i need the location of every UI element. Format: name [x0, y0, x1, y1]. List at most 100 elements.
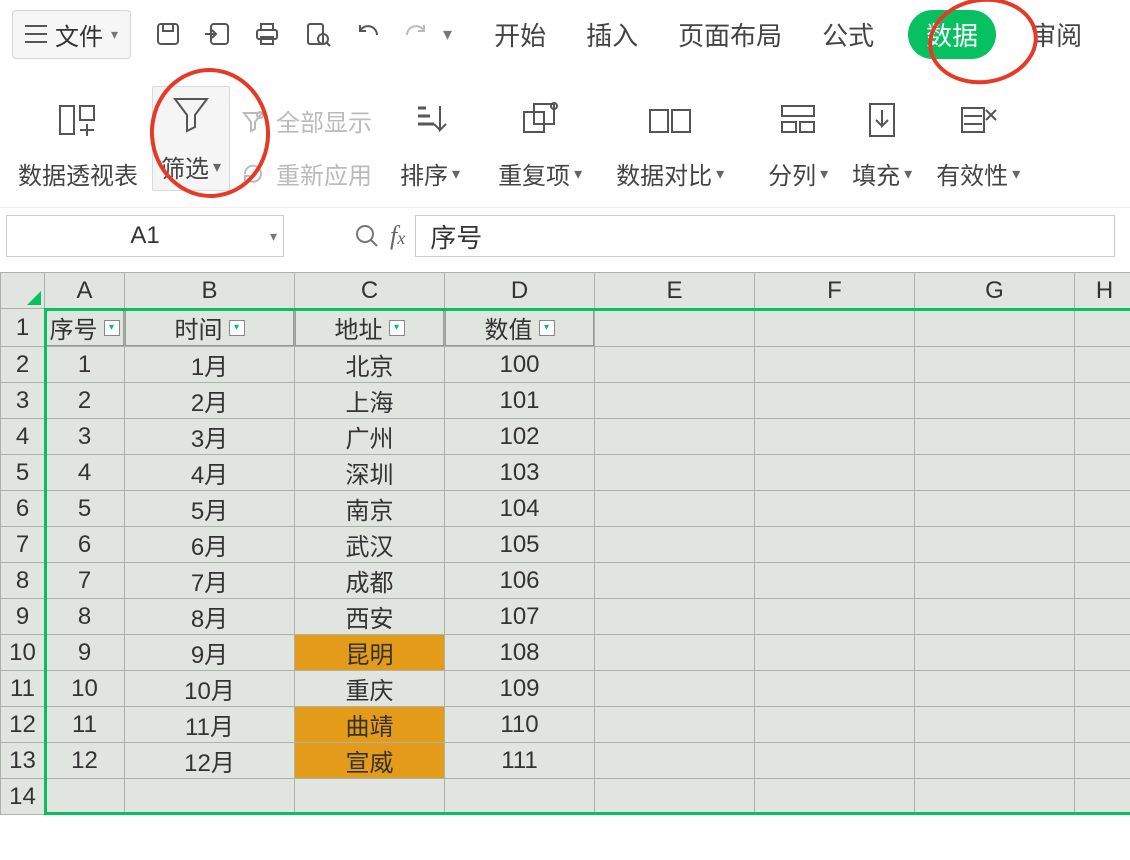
cell[interactable] — [1075, 779, 1130, 815]
cell[interactable] — [1075, 707, 1130, 743]
col-header[interactable]: G — [915, 273, 1075, 309]
cell[interactable]: 104 — [445, 491, 595, 527]
cell[interactable] — [1075, 383, 1130, 419]
row-header[interactable]: 12 — [1, 707, 45, 743]
cell[interactable]: 武汉 — [295, 527, 445, 563]
cell[interactable] — [755, 455, 915, 491]
text-to-columns-button[interactable]: 分列▾ — [758, 98, 838, 191]
row-header[interactable]: 8 — [1, 563, 45, 599]
row-header[interactable]: 13 — [1, 743, 45, 779]
tab-data[interactable]: 数据 — [908, 10, 996, 59]
cell[interactable] — [1075, 635, 1130, 671]
cell[interactable]: 7月 — [125, 563, 295, 599]
cell[interactable]: 深圳 — [295, 455, 445, 491]
cell[interactable] — [595, 707, 755, 743]
cell[interactable]: 宣威 — [295, 743, 445, 779]
cell[interactable] — [915, 491, 1075, 527]
row-header[interactable]: 14 — [1, 779, 45, 815]
duplicates-button[interactable]: 重复项▾ — [488, 98, 592, 191]
cell[interactable]: 8月 — [125, 599, 295, 635]
cell[interactable]: 11月 — [125, 707, 295, 743]
cell[interactable]: 6 — [45, 527, 125, 563]
cell[interactable] — [445, 779, 595, 815]
cell[interactable] — [595, 491, 755, 527]
cell[interactable] — [125, 779, 295, 815]
cell[interactable] — [915, 309, 1075, 347]
cell[interactable]: 12 — [45, 743, 125, 779]
cell[interactable]: 3月 — [125, 419, 295, 455]
cell[interactable] — [755, 599, 915, 635]
cell[interactable] — [755, 779, 915, 815]
chevron-down-icon[interactable]: ▾ — [270, 228, 277, 245]
col-header[interactable]: D — [445, 273, 595, 309]
output-icon[interactable] — [203, 21, 231, 47]
cell[interactable]: 上海 — [295, 383, 445, 419]
cell[interactable] — [915, 419, 1075, 455]
cell[interactable]: 106 — [445, 563, 595, 599]
cell[interactable]: 8 — [45, 599, 125, 635]
col-header[interactable]: C — [295, 273, 445, 309]
cell[interactable]: 1 — [45, 347, 125, 383]
cell[interactable] — [755, 383, 915, 419]
cell[interactable] — [595, 419, 755, 455]
tab-formula[interactable]: 公式 — [816, 10, 880, 59]
cell[interactable]: 109 — [445, 671, 595, 707]
cell[interactable] — [1075, 599, 1130, 635]
row-header[interactable]: 7 — [1, 527, 45, 563]
cell[interactable]: 曲靖 — [295, 707, 445, 743]
reapply-button[interactable]: 重新应用 — [240, 156, 372, 191]
cell[interactable]: 108 — [445, 635, 595, 671]
redo-icon[interactable] — [403, 23, 431, 45]
save-icon[interactable] — [155, 21, 181, 47]
cell[interactable]: 重庆 — [295, 671, 445, 707]
filter-dropdown-icon[interactable]: ▾ — [389, 320, 405, 336]
cell[interactable] — [595, 383, 755, 419]
cell[interactable]: 101 — [445, 383, 595, 419]
tab-layout[interactable]: 页面布局 — [672, 10, 788, 59]
row-header[interactable]: 2 — [1, 347, 45, 383]
filter-dropdown-icon[interactable]: ▾ — [229, 320, 245, 336]
cell[interactable] — [915, 563, 1075, 599]
undo-icon[interactable] — [353, 23, 381, 45]
cell[interactable]: 北京 — [295, 347, 445, 383]
cell[interactable] — [1075, 491, 1130, 527]
row-header[interactable]: 1 — [1, 309, 45, 347]
print-icon[interactable] — [253, 21, 281, 47]
filter-button[interactable]: 筛选▾ — [152, 86, 230, 191]
pivot-table-button[interactable]: 数据透视表 — [8, 98, 148, 191]
cell[interactable]: 103 — [445, 455, 595, 491]
filter-header-cell[interactable]: 时间▾ — [125, 309, 295, 347]
cell[interactable] — [915, 455, 1075, 491]
cell[interactable]: 4 — [45, 455, 125, 491]
cell[interactable]: 南京 — [295, 491, 445, 527]
cell[interactable] — [915, 707, 1075, 743]
row-header[interactable]: 5 — [1, 455, 45, 491]
tab-insert[interactable]: 插入 — [580, 10, 644, 59]
cell[interactable]: 5月 — [125, 491, 295, 527]
cell[interactable]: 11 — [45, 707, 125, 743]
validation-button[interactable]: 有效性▾ — [926, 98, 1030, 191]
filter-header-cell[interactable]: 地址▾ — [295, 309, 445, 347]
cell[interactable]: 6月 — [125, 527, 295, 563]
cell[interactable] — [915, 779, 1075, 815]
row-header[interactable]: 10 — [1, 635, 45, 671]
row-header[interactable]: 9 — [1, 599, 45, 635]
cell[interactable] — [755, 309, 915, 347]
row-header[interactable]: 11 — [1, 671, 45, 707]
cell[interactable] — [755, 743, 915, 779]
cell[interactable] — [1075, 347, 1130, 383]
row-header[interactable]: 4 — [1, 419, 45, 455]
cell[interactable] — [755, 419, 915, 455]
cell[interactable] — [755, 635, 915, 671]
cell[interactable]: 3 — [45, 419, 125, 455]
cell[interactable]: 100 — [445, 347, 595, 383]
sort-button[interactable]: 排序▾ — [390, 98, 470, 191]
cell[interactable] — [595, 527, 755, 563]
cell[interactable] — [755, 563, 915, 599]
cell[interactable]: 111 — [445, 743, 595, 779]
cell[interactable] — [595, 309, 755, 347]
cell[interactable] — [595, 743, 755, 779]
name-box[interactable]: A1 ▾ — [6, 215, 284, 257]
filter-dropdown-icon[interactable]: ▾ — [104, 320, 120, 336]
cell[interactable] — [595, 455, 755, 491]
